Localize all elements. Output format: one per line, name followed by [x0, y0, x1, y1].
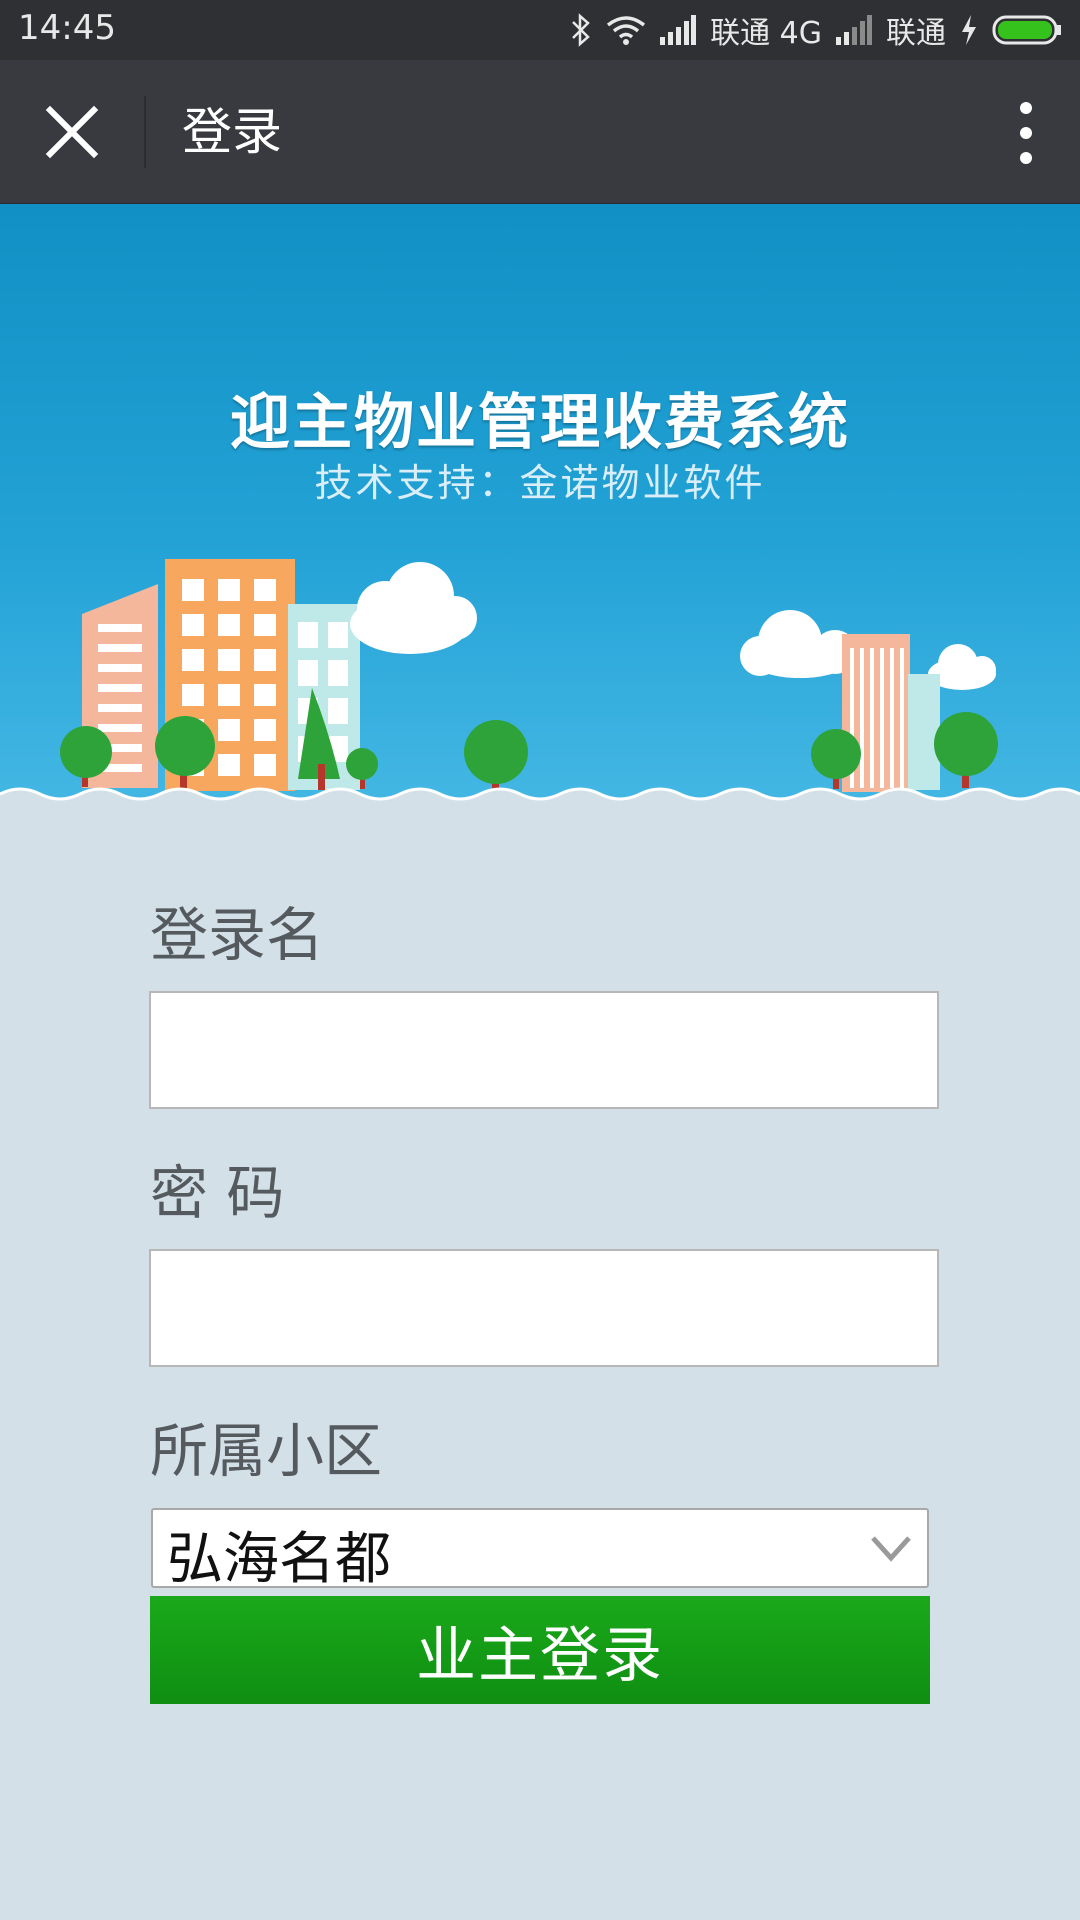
banner: 迎主物业管理收费系统 技术支持：金诺物业软件	[0, 204, 1080, 816]
community-label: 所属小区	[150, 1417, 383, 1485]
page-title: 登录	[182, 103, 282, 161]
close-icon[interactable]	[40, 100, 104, 164]
community-select[interactable]: 弘海名都	[151, 1508, 929, 1592]
chevron-down-icon	[871, 1536, 911, 1562]
username-input[interactable]	[149, 991, 939, 1109]
status-indicators: 联通 4G 联通	[570, 0, 1062, 60]
password-label: 密 码	[150, 1159, 285, 1227]
signal-icon	[836, 15, 872, 45]
owner-login-button[interactable]: 业主登录	[150, 1596, 930, 1704]
more-vertical-icon[interactable]	[1016, 98, 1036, 168]
username-label: 登录名	[150, 901, 325, 969]
bluetooth-icon	[572, 13, 590, 47]
carrier-2: 联通	[886, 16, 946, 51]
status-time: 14:45	[18, 8, 116, 48]
banner-title: 迎主物业管理收费系统	[230, 388, 850, 458]
charging-icon	[962, 15, 976, 45]
nav-divider	[144, 96, 146, 168]
status-bar: 14:45 联通 4G 联通	[0, 0, 1080, 60]
city-illustration	[0, 559, 1080, 816]
battery-icon	[992, 15, 1061, 45]
nav-bar: 登录	[0, 60, 1080, 204]
signal-icon	[660, 15, 697, 45]
wifi-icon	[607, 16, 646, 45]
community-select-value: 弘海名都	[167, 1527, 391, 1592]
banner-subtitle: 技术支持：金诺物业软件	[314, 461, 766, 505]
carrier-1: 联通 4G	[710, 16, 822, 51]
password-input[interactable]	[149, 1249, 939, 1367]
